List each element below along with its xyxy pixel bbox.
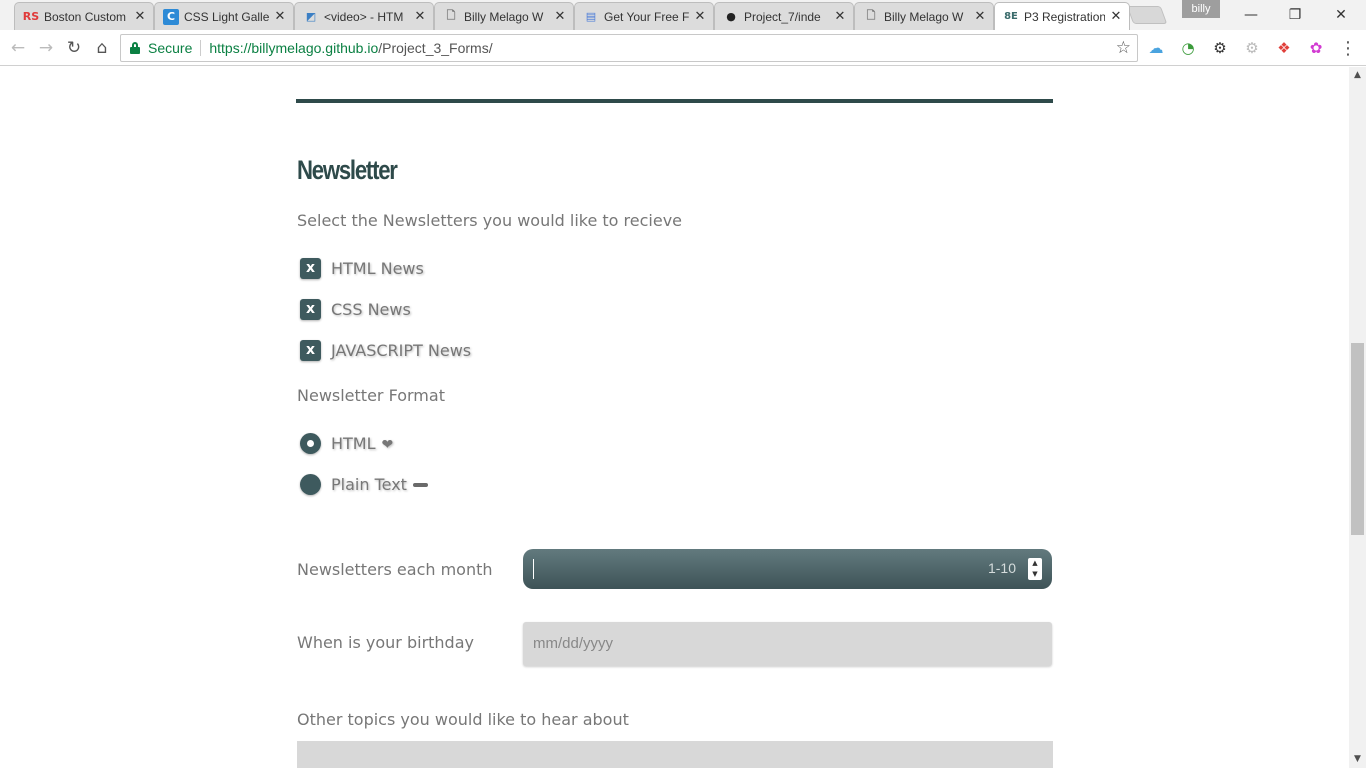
page-viewport: Newsletter Select the Newsletters you wo…: [0, 67, 1349, 768]
format-option-plain-text[interactable]: Plain Text: [300, 472, 428, 496]
close-icon[interactable]: ✕: [1109, 9, 1123, 24]
spinner-down-icon[interactable]: ▼: [1032, 571, 1037, 578]
back-icon[interactable]: ←: [6, 36, 30, 60]
close-icon[interactable]: ✕: [693, 9, 707, 24]
url-host: https://billymelago.github.io: [209, 40, 379, 56]
heart-icon: ❤: [381, 436, 394, 453]
tab-title: CSS Light Galle: [184, 9, 269, 24]
radio-unselected-icon[interactable]: [300, 473, 321, 495]
tab-strip: RS Boston Custom ✕ C CSS Light Galle ✕ ◩…: [0, 0, 1366, 30]
profile-button[interactable]: billy: [1182, 0, 1220, 18]
newsletter-option-javascript[interactable]: x JAVASCRIPT News: [300, 338, 471, 362]
option-text: HTML: [331, 433, 376, 453]
radio-selected-icon[interactable]: [300, 432, 321, 454]
rs-favicon-icon: RS: [22, 10, 40, 23]
close-icon[interactable]: ✕: [133, 9, 147, 24]
spinner-up-icon[interactable]: ▲: [1032, 560, 1037, 567]
palette-icon[interactable]: ✿: [1306, 38, 1326, 58]
frequency-input[interactable]: 1-10 ▲ ▼: [523, 549, 1052, 589]
document-icon: 🗋: [866, 9, 876, 22]
format-label: Newsletter Format: [297, 386, 445, 405]
bookmark-star-icon[interactable]: ☆: [1116, 38, 1131, 58]
newsletter-option-html[interactable]: x HTML News: [300, 256, 424, 280]
close-icon[interactable]: ✕: [273, 9, 287, 24]
gear-icon[interactable]: ⚙: [1210, 38, 1230, 58]
forward-icon[interactable]: →: [34, 36, 58, 60]
tab-title: Get Your Free F: [604, 9, 689, 24]
birthday-placeholder: mm/dd/yyyy: [533, 635, 614, 652]
minimize-icon[interactable]: —: [1228, 0, 1274, 30]
checkbox-checked-icon[interactable]: x: [300, 298, 321, 320]
window-close-icon[interactable]: ✕: [1318, 0, 1364, 30]
topics-textarea[interactable]: [297, 741, 1053, 768]
reload-icon[interactable]: ↻: [62, 36, 86, 60]
github-icon: ●: [726, 10, 736, 23]
checkbox-checked-icon[interactable]: x: [300, 257, 321, 279]
option-label: Plain Text: [331, 475, 428, 494]
security-label: Secure: [148, 40, 193, 56]
option-label: CSS News: [331, 299, 411, 319]
scroll-thumb[interactable]: [1351, 343, 1364, 535]
tab-get-your-free[interactable]: ▤ Get Your Free F ✕: [574, 2, 714, 30]
tab-title: P3 Registration: [1024, 9, 1105, 24]
browser-toolbar: ← → ↻ ⌂ Secure https://billymelago.githu…: [0, 30, 1366, 66]
tab-title: Project_7/inde: [744, 9, 821, 24]
tab-title: Boston Custom: [44, 9, 127, 24]
tab-p3-registration[interactable]: 8E P3 Registration ✕: [994, 2, 1130, 30]
scroll-down-icon[interactable]: ▼: [1349, 753, 1366, 765]
color-icon[interactable]: ❖: [1274, 38, 1294, 58]
option-label: JAVASCRIPT News: [331, 340, 472, 360]
new-tab-button[interactable]: [1126, 6, 1168, 24]
birthday-input[interactable]: mm/dd/yyyy: [523, 622, 1052, 666]
tab-video-html[interactable]: ◩ <video> - HTM ✕: [294, 2, 434, 30]
tab-billy-melago-1[interactable]: 🗋 Billy Melago W ✕: [434, 2, 574, 30]
document-icon: 🗋: [446, 9, 456, 22]
close-icon[interactable]: ✕: [413, 9, 427, 24]
dash-icon: [412, 483, 428, 487]
speed-icon[interactable]: ◔: [1178, 38, 1198, 58]
gear-light-icon[interactable]: ⚙: [1242, 38, 1262, 58]
url-path: /Project_3_Forms/: [378, 40, 493, 56]
page-scrollbar[interactable]: ▲ ▼: [1349, 67, 1366, 768]
tab-title: Billy Melago W: [464, 9, 544, 24]
newsletter-prompt: Select the Newsletters you would like to…: [297, 211, 683, 230]
number-spinner[interactable]: ▲ ▼: [1028, 558, 1042, 580]
cloud-icon[interactable]: ☁: [1146, 38, 1166, 58]
frequency-placeholder: 1-10: [987, 560, 1016, 576]
frequency-label: Newsletters each month: [297, 560, 493, 579]
format-option-html[interactable]: HTML ❤: [300, 431, 393, 455]
option-text: Plain Text: [331, 474, 407, 494]
birthday-label: When is your birthday: [297, 633, 474, 652]
close-icon[interactable]: ✕: [833, 9, 847, 24]
address-bar[interactable]: Secure https://billymelago.github.io/Pro…: [120, 34, 1138, 62]
divider: [200, 40, 202, 56]
topics-label: Other topics you would like to hear abou…: [297, 710, 629, 729]
tab-boston-custom[interactable]: RS Boston Custom ✕: [14, 2, 154, 30]
c-favicon-icon: C: [163, 8, 179, 25]
menu-icon[interactable]: ⋮: [1338, 38, 1358, 59]
p3-favicon-icon: 8E: [1004, 11, 1018, 22]
close-icon[interactable]: ✕: [553, 9, 567, 24]
checkbox-checked-icon[interactable]: x: [300, 339, 321, 361]
tab-billy-melago-2[interactable]: 🗋 Billy Melago W ✕: [854, 2, 994, 30]
option-label: HTML News: [331, 258, 424, 278]
close-icon[interactable]: ✕: [973, 9, 987, 24]
scroll-up-icon[interactable]: ▲: [1349, 69, 1366, 81]
tab-project-7[interactable]: ● Project_7/inde ✕: [714, 2, 854, 30]
mdn-favicon-icon: ◩: [305, 10, 317, 23]
section-divider: [296, 99, 1053, 103]
tab-title: Billy Melago W: [884, 9, 964, 24]
home-icon[interactable]: ⌂: [90, 36, 114, 60]
tab-css-light-gallery[interactable]: C CSS Light Galle ✕: [154, 2, 294, 30]
lock-icon: [130, 42, 140, 54]
option-label: HTML ❤: [331, 434, 393, 453]
restore-icon[interactable]: ❐: [1272, 0, 1318, 30]
section-title: Newsletter: [297, 155, 398, 185]
tab-title: <video> - HTM: [324, 9, 404, 24]
text-cursor: [533, 559, 534, 579]
site-favicon-icon: ▤: [585, 10, 597, 23]
newsletter-option-css[interactable]: x CSS News: [300, 297, 411, 321]
